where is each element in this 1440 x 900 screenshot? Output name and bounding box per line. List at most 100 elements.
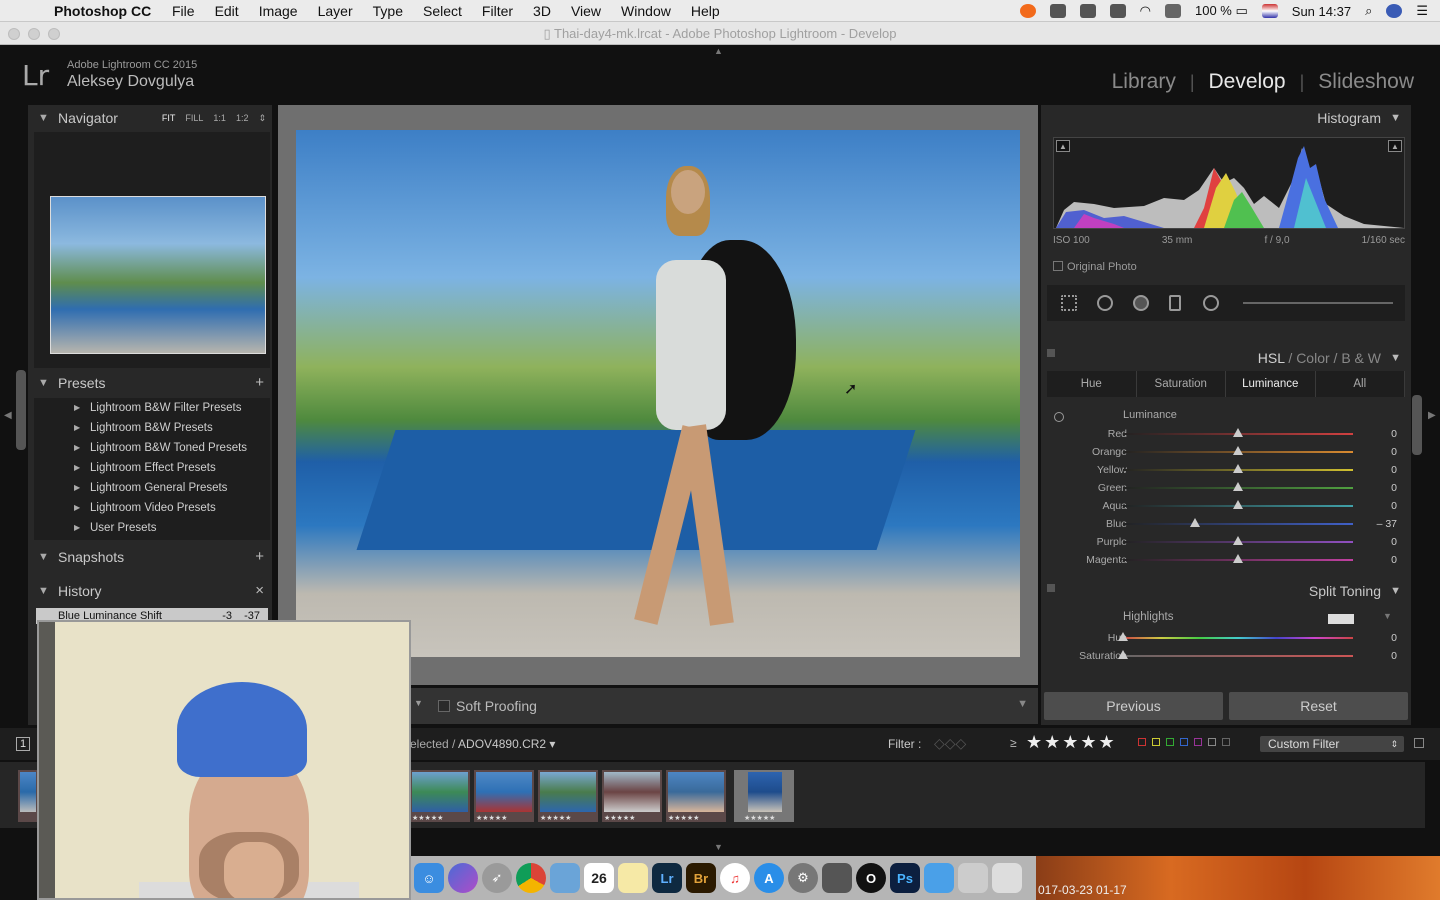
menu-type[interactable]: Type — [373, 3, 403, 19]
color-label-filters[interactable] — [1138, 738, 1230, 746]
histogram-header[interactable]: Histogram ▼ — [1041, 105, 1411, 131]
menu-clock[interactable]: Sun 14:37 — [1292, 4, 1351, 19]
expand-triangle-icon[interactable]: ▶ — [74, 438, 80, 458]
slider-value[interactable]: 0 — [1391, 446, 1397, 458]
previous-button[interactable]: Previous — [1044, 692, 1223, 720]
luminance-slider-magenta[interactable]: Magenta 0 — [1041, 551, 1411, 569]
slider-value[interactable]: 0 — [1391, 650, 1397, 662]
toolbar-options-icon[interactable]: ▼ — [1017, 698, 1028, 710]
shadow-clipping-icon[interactable]: ▲ — [1056, 140, 1070, 152]
split-toning-slider-saturation[interactable]: Saturation 0 — [1041, 647, 1411, 665]
histogram-graph[interactable]: ▲ ▲ — [1053, 137, 1405, 229]
calendar-icon[interactable]: 26 — [584, 863, 614, 893]
highlights-color-swatch[interactable] — [1328, 614, 1354, 624]
slider-thumb[interactable] — [1190, 518, 1201, 527]
luminance-slider-red[interactable]: Red 0 — [1041, 425, 1411, 443]
custom-filter-dropdown[interactable]: Custom Filter ⇕ — [1260, 736, 1404, 752]
chrome-icon[interactable] — [516, 863, 546, 893]
app-store-icon[interactable]: A — [754, 863, 784, 893]
filmstrip-thumbnail[interactable]: ★★★★★ — [538, 770, 598, 822]
slider-value[interactable]: 0 — [1391, 536, 1397, 548]
slider-value[interactable]: 0 — [1391, 500, 1397, 512]
slider-thumb[interactable] — [1118, 632, 1128, 641]
slider-thumb[interactable] — [1118, 650, 1128, 659]
split-toning-slider-hue[interactable]: Hue 0 — [1041, 629, 1411, 647]
image-capture-icon[interactable] — [822, 863, 852, 893]
folder-icon[interactable] — [924, 863, 954, 893]
zoom-window-button[interactable] — [48, 28, 60, 40]
add-snapshot-icon[interactable]: + — [255, 544, 264, 570]
launchpad-icon[interactable]: ➶ — [482, 863, 512, 893]
cloud-status-icon[interactable] — [1109, 4, 1126, 18]
zoom-stepper-icon[interactable]: ⇕ — [258, 105, 266, 131]
slider-value[interactable]: 0 — [1391, 464, 1397, 476]
slider-track[interactable] — [1123, 655, 1353, 657]
right-panel-scrollbar[interactable] — [1412, 395, 1422, 455]
expand-triangle-icon[interactable]: ▶ — [74, 518, 80, 538]
original-photo-checkbox[interactable] — [1053, 261, 1063, 271]
filmstrip-thumbnail[interactable]: ★★★★★ — [666, 770, 726, 822]
navigator-preview[interactable] — [34, 132, 270, 368]
slider-track[interactable] — [1123, 523, 1353, 525]
siri-icon[interactable] — [1386, 4, 1403, 18]
reset-button[interactable]: Reset — [1229, 692, 1408, 720]
slider-thumb[interactable] — [1233, 500, 1243, 509]
menu-window[interactable]: Window — [621, 3, 671, 19]
downloads-stack-icon[interactable] — [958, 863, 988, 893]
minimize-window-button[interactable] — [28, 28, 40, 40]
zoom-fill[interactable]: FILL — [185, 105, 203, 131]
module-slideshow[interactable]: Slideshow — [1318, 70, 1414, 94]
airplay-icon[interactable] — [1164, 4, 1181, 18]
page-number-badge[interactable]: 1 — [16, 737, 31, 751]
lightroom-dock-icon[interactable]: Lr — [652, 863, 682, 893]
graduated-filter-icon[interactable] — [1169, 295, 1181, 311]
menu-help[interactable]: Help — [691, 3, 720, 19]
slider-value[interactable]: 0 — [1391, 554, 1397, 566]
luminance-slider-yellow[interactable]: Yellow 0 — [1041, 461, 1411, 479]
tab-color[interactable]: Color — [1296, 350, 1329, 366]
module-library[interactable]: Library — [1112, 70, 1176, 94]
grid-status-icon[interactable] — [1079, 4, 1096, 18]
menu-layer[interactable]: Layer — [318, 3, 353, 19]
expand-triangle-icon[interactable]: ▶ — [74, 458, 80, 478]
app-menu[interactable]: Photoshop CC — [54, 3, 151, 19]
filmstrip-toggle-icon[interactable]: ▼ — [714, 842, 723, 852]
slider-thumb[interactable] — [1233, 446, 1243, 455]
subtab-saturation[interactable]: Saturation — [1137, 371, 1226, 397]
source-indicator[interactable]: elected / ADOV4890.CR2 ▾ — [410, 737, 555, 751]
toolbar-menu-icon[interactable]: ▼ — [414, 698, 423, 708]
notes-icon[interactable] — [618, 863, 648, 893]
photoshop-dock-icon[interactable]: Ps — [890, 863, 920, 893]
trash-icon[interactable] — [992, 863, 1022, 893]
spotlight-search-icon[interactable]: ⌕ — [1365, 3, 1372, 19]
filter-lock-icon[interactable] — [1414, 738, 1424, 748]
collapse-triangle-icon[interactable]: ▼ — [1390, 345, 1401, 371]
main-photo[interactable] — [296, 130, 1020, 657]
red-eye-tool-icon[interactable] — [1133, 295, 1149, 311]
preset-folder[interactable]: ▶ Lightroom General Presets — [34, 478, 270, 498]
expand-triangle-icon[interactable]: ▶ — [74, 498, 80, 518]
left-panel-toggle-icon[interactable]: ◀ — [4, 410, 12, 421]
slider-track[interactable] — [1123, 637, 1353, 639]
swatch-dropdown-icon[interactable]: ▼ — [1383, 611, 1392, 621]
radial-filter-icon[interactable] — [1203, 295, 1219, 311]
navigator-header[interactable]: ▼ Navigator FIT FILL 1:1 1:2 ⇕ — [28, 105, 272, 131]
brush-size-slider[interactable] — [1243, 302, 1393, 304]
tab-bw[interactable]: B & W — [1341, 350, 1381, 366]
subtab-hue[interactable]: Hue — [1047, 371, 1137, 397]
menu-view[interactable]: View — [571, 3, 601, 19]
spot-removal-tool-icon[interactable] — [1097, 295, 1113, 311]
filmstrip-thumbnail[interactable]: ★★★★★ — [602, 770, 662, 822]
zoom-fit[interactable]: FIT — [162, 105, 176, 131]
filmstrip-thumbnail[interactable]: ★★★★★ — [410, 770, 470, 822]
slider-value[interactable]: 0 — [1391, 632, 1397, 644]
itunes-icon[interactable]: ♫ — [720, 863, 750, 893]
system-preferences-icon[interactable]: ⚙ — [788, 863, 818, 893]
slider-thumb[interactable] — [1233, 536, 1243, 545]
siri-dock-icon[interactable] — [448, 863, 478, 893]
opera-dock-icon[interactable]: O — [856, 863, 886, 893]
close-window-button[interactable] — [8, 28, 20, 40]
luminance-slider-purple[interactable]: Purple 0 — [1041, 533, 1411, 551]
luminance-slider-green[interactable]: Green 0 — [1041, 479, 1411, 497]
slider-thumb[interactable] — [1233, 428, 1243, 437]
